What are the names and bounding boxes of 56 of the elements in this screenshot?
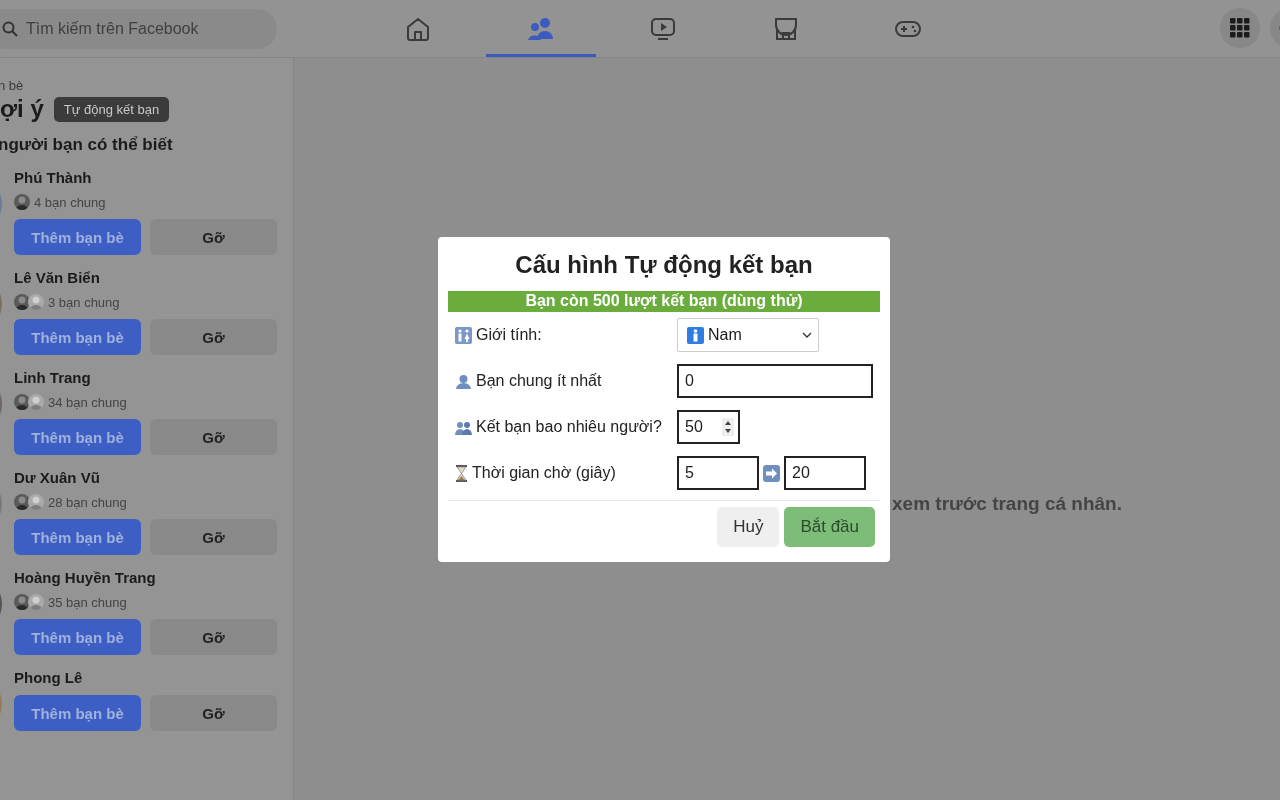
remove-button[interactable]: Gỡ [150,219,277,255]
remove-button[interactable]: Gỡ [150,695,277,731]
add-friend-button[interactable]: Thêm bạn bè [14,695,141,731]
dialog-title: Cấu hình Tự động kết bạn [514,251,814,279]
remove-button[interactable]: Gỡ [150,319,277,355]
person-name[interactable]: Hoàng Huyền Trang [14,569,277,586]
input-field[interactable]: 20 [784,456,866,490]
remove-button[interactable]: Gỡ [150,419,277,455]
restroom-icon [455,326,472,344]
field-label: Giới tính: [476,326,542,344]
field-label: Bạn chung ít nhất [476,372,602,390]
input-field[interactable]: 5 [677,456,759,490]
add-friend-button[interactable]: Thêm bạn bè [14,319,141,355]
mutual-friends-count[interactable]: 28 bạn chung [48,494,127,510]
chevron-icon [802,332,812,338]
video-icon [650,16,676,41]
people-icon [455,419,472,435]
field-label: Thời gian chờ (giây) [472,464,616,482]
remove-button[interactable]: Gỡ [150,619,277,655]
add-friend-button[interactable]: Thêm bạn bè [14,519,141,555]
person-name[interactable]: Phú Thành [14,169,277,186]
person-name[interactable]: Lê Văn Biển [14,269,277,286]
person-name[interactable]: Phong Lê [14,669,277,686]
spinner-icon[interactable] [722,418,734,436]
search-icon [2,20,18,37]
gender-dropdown[interactable]: Nam [677,318,819,352]
person-name[interactable]: Linh Trang [14,369,277,386]
male-icon [687,326,704,344]
input-field[interactable]: 0 [677,364,873,398]
search-field[interactable]: Tìm kiếm trên Facebook [0,8,277,49]
grid-icon [1230,18,1250,38]
trial-banner: Bạn còn 500 lượt kết bạn (dùng thử) [448,291,880,312]
add-friend-button[interactable]: Thêm bạn bè [14,619,141,655]
arrow-right-icon [763,464,780,482]
remove-button[interactable]: Gỡ [150,519,277,555]
friends-icon [526,16,555,41]
shop-icon [772,15,799,42]
person-name[interactable]: Dư Xuân Vũ [14,469,277,486]
cancel-button[interactable]: Huỷ [717,507,780,547]
home-icon [405,15,431,42]
mutual-friends-count[interactable]: 34 bạn chung [48,394,127,410]
add-friend-button[interactable]: Thêm bạn bè [14,419,141,455]
start-button[interactable]: Bắt đầu [784,507,875,547]
mutual-friends-count[interactable]: 3 bạn chung [48,294,120,310]
page-heading: ợi ý [0,95,44,123]
hourglass-icon [455,464,468,482]
add-friend-button[interactable]: Thêm bạn bè [14,219,141,255]
menu-button[interactable] [1220,8,1260,48]
number-field[interactable]: 50 [677,410,740,444]
gamepad-icon [894,18,922,39]
mutual-friends-count[interactable]: 35 bạn chung [48,594,127,610]
mutual-friends-count[interactable]: 4 bạn chung [34,194,106,210]
field-label: Kết bạn bao nhiêu người? [476,418,662,436]
person-icon [455,373,472,389]
hint-text: xem trước trang cá nhân. [892,493,1123,515]
tooltip: Tự động kết bạn [53,96,170,122]
